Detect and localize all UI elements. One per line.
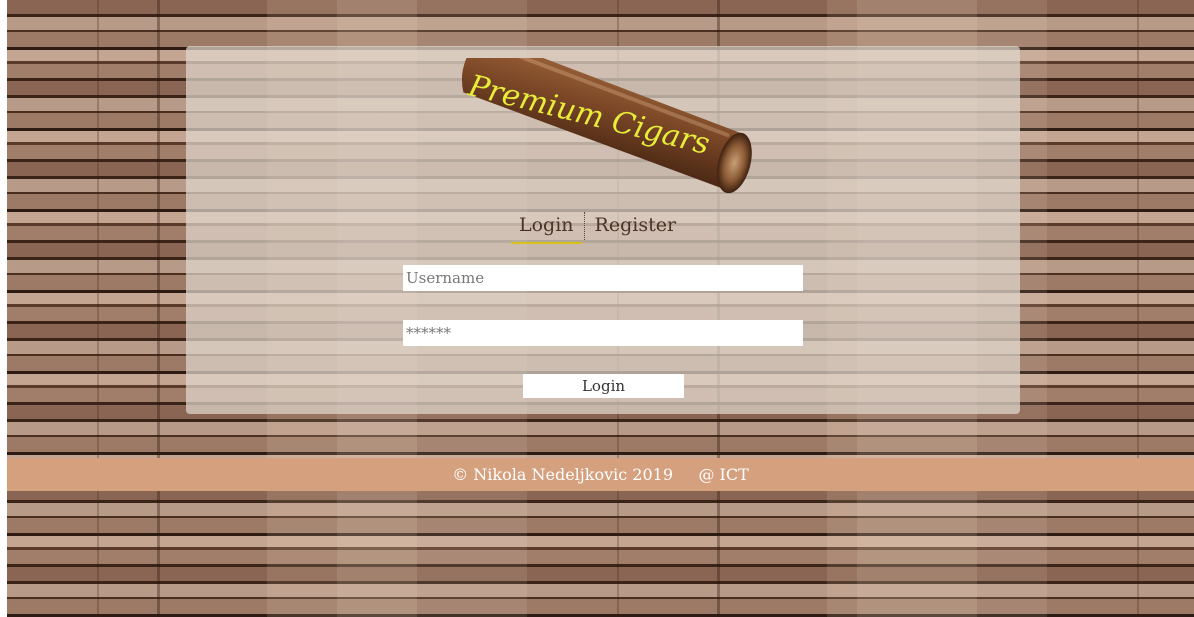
tab-login[interactable]: Login xyxy=(511,212,582,244)
footer-gap xyxy=(673,465,698,484)
tab-divider xyxy=(583,212,585,240)
footer: © Nikola Nedeljkovic 2019 @ ICT xyxy=(7,458,1194,491)
password-input[interactable] xyxy=(403,320,803,346)
cigar-logo-icon: Premium Cigars xyxy=(461,58,752,194)
login-button[interactable]: Login xyxy=(523,374,684,398)
footer-copyright: © Nikola Nedeljkovic 2019 xyxy=(452,465,673,484)
tab-register[interactable]: Register xyxy=(587,212,685,242)
footer-org: @ ICT xyxy=(698,465,749,484)
auth-tabs: Login Register xyxy=(511,212,684,244)
username-input[interactable] xyxy=(403,265,803,291)
